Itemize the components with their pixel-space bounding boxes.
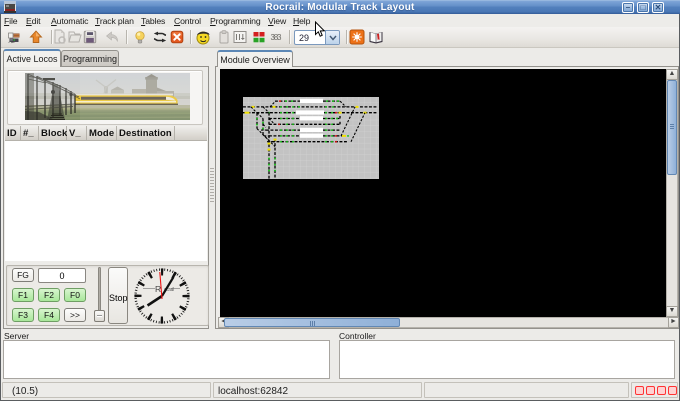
svg-text:383: 383	[271, 33, 283, 42]
svg-text:R: R	[155, 284, 161, 294]
